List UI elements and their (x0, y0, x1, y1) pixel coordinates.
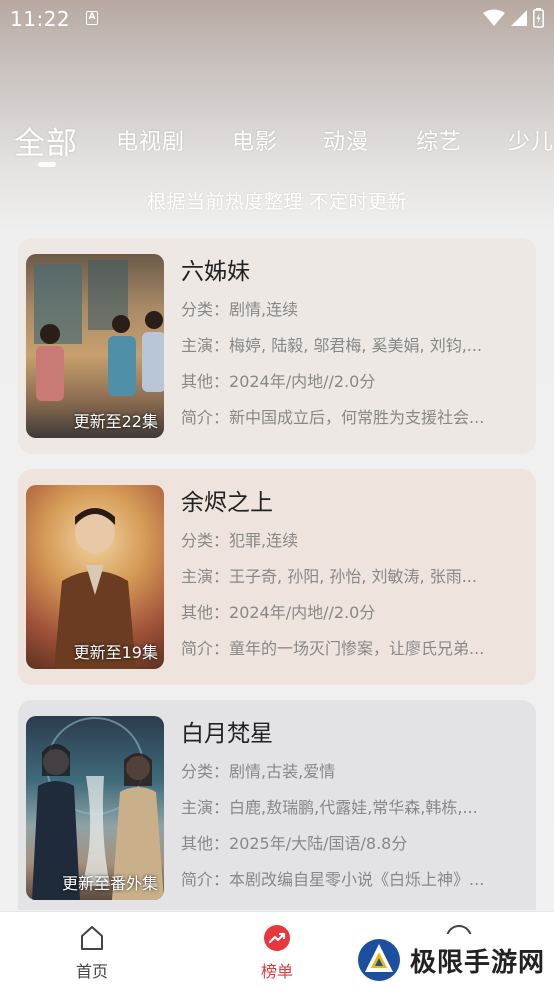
row-value: 剧情,古装,爱情 (229, 762, 336, 781)
row-value: 剧情,连续 (229, 300, 299, 319)
episode-badge: 更新至番外集 (61, 874, 158, 893)
tab-variety[interactable]: 综艺 (416, 124, 462, 156)
watermark-logo-icon (358, 939, 400, 981)
row-value: 梅婷, 陆毅, 邬君梅, 奚美娟, 刘钧,... (229, 336, 483, 355)
poster-image[interactable]: 更新至19集 (26, 485, 164, 669)
row-value: 白鹿,敖瑞鹏,代露娃,常华森,韩栋,... (229, 798, 478, 817)
item-cast-row: 主演：梅婷, 陆毅, 邬君梅, 奚美娟, 刘钧,... (181, 328, 529, 364)
nav-home-label: 首页 (75, 962, 108, 981)
poster-image[interactable]: 更新至番外集 (26, 716, 164, 900)
active-tab-indicator (38, 162, 56, 167)
battery-icon (533, 8, 544, 28)
item-category-row: 分类：剧情,古装,爱情 (181, 754, 529, 790)
item-category-row: 分类：剧情,连续 (181, 292, 529, 328)
row-label: 主演： (181, 567, 230, 586)
item-synopsis-row: 简介：本剧改编自星零小说《白烁上神》... (181, 862, 529, 898)
row-value: 王子奇, 孙阳, 孙怡, 刘敏涛, 张雨... (229, 567, 477, 586)
row-value: 2025年/大陆/国语/8.8分 (229, 834, 408, 853)
row-value: 童年的一场灭门惨案，让廖氏兄弟... (229, 639, 485, 658)
poster-image[interactable]: 更新至22集 (26, 254, 164, 438)
item-title: 白月梵星 (181, 721, 273, 747)
row-value: 犯罪,连续 (229, 531, 299, 550)
tab-movies[interactable]: 电影 (232, 124, 278, 156)
row-label: 简介： (181, 639, 230, 658)
item-category-row: 分类：犯罪,连续 (181, 523, 529, 559)
signal-icon (511, 10, 527, 26)
row-label: 主演： (181, 336, 230, 355)
ranking-subtitle: 根据当前热度整理 不定时更新 (146, 191, 408, 213)
row-value: 新中国成立后，何常胜为支援社会... (229, 408, 485, 427)
tab-kids[interactable]: 少儿 (508, 124, 554, 156)
row-value: 2024年/内地//2.0分 (229, 372, 376, 391)
wifi-icon (483, 9, 505, 26)
ranking-icon (264, 925, 290, 951)
item-info: 白月梵星 分类：剧情,古装,爱情 主演：白鹿,敖瑞鹏,代露娃,常华森,韩栋,..… (181, 718, 529, 898)
list-item[interactable]: 更新至番外集 白月梵星 分类：剧情,古装,爱情 主演：白鹿,敖瑞鹏,代露娃,常华… (18, 700, 536, 910)
item-other-row: 其他：2025年/大陆/国语/8.8分 (181, 826, 529, 862)
nav-home[interactable]: 首页 (57, 924, 127, 982)
row-label: 简介： (181, 870, 230, 889)
item-info: 余烬之上 分类：犯罪,连续 主演：王子奇, 孙阳, 孙怡, 刘敏涛, 张雨...… (181, 487, 529, 667)
row-label: 其他： (181, 834, 230, 853)
status-icons (483, 8, 544, 28)
row-value: 2024年/内地//2.0分 (229, 603, 376, 622)
home-icon (81, 926, 103, 950)
row-value: 本剧改编自星零小说《白烁上神》... (229, 870, 485, 889)
item-other-row: 其他：2024年/内地//2.0分 (181, 595, 529, 631)
episode-badge: 更新至22集 (73, 412, 158, 431)
episode-badge: 更新至19集 (73, 643, 158, 662)
item-title: 余烬之上 (181, 490, 273, 516)
item-info: 六姊妹 分类：剧情,连续 主演：梅婷, 陆毅, 邬君梅, 奚美娟, 刘钧,...… (181, 256, 529, 436)
tab-anime[interactable]: 动漫 (323, 124, 369, 156)
item-other-row: 其他：2024年/内地//2.0分 (181, 364, 529, 400)
item-synopsis-row: 简介：童年的一场灭门惨案，让廖氏兄弟... (181, 631, 529, 667)
nav-ranking-label: 榜单 (260, 962, 293, 981)
item-cast-row: 主演：王子奇, 孙阳, 孙怡, 刘敏涛, 张雨... (181, 559, 529, 595)
category-tabs: 全部 电视剧 电影 动漫 综艺 少儿 (0, 110, 554, 170)
row-label: 其他： (181, 603, 230, 622)
status-time: 11:22 (10, 7, 71, 31)
tab-tv-series[interactable]: 电视剧 (116, 124, 185, 156)
notification-icon: A (86, 11, 98, 25)
row-label: 简介： (181, 408, 230, 427)
row-label: 分类： (181, 300, 230, 319)
row-label: 主演： (181, 798, 230, 817)
item-cast-row: 主演：白鹿,敖瑞鹏,代露娃,常华森,韩栋,... (181, 790, 529, 826)
row-label: 其他： (181, 372, 230, 391)
item-title: 六姊妹 (181, 259, 250, 285)
list-item[interactable]: 更新至22集 六姊妹 分类：剧情,连续 主演：梅婷, 陆毅, 邬君梅, 奚美娟,… (18, 238, 536, 454)
nav-ranking[interactable]: 榜单 (242, 924, 312, 982)
row-label: 分类： (181, 762, 230, 781)
item-synopsis-row: 简介：新中国成立后，何常胜为支援社会... (181, 400, 529, 436)
tab-all[interactable]: 全部 (14, 118, 78, 163)
row-label: 分类： (181, 531, 230, 550)
watermark-text: 极限手游网 (410, 947, 546, 978)
list-item[interactable]: 更新至19集 余烬之上 分类：犯罪,连续 主演：王子奇, 孙阳, 孙怡, 刘敏涛… (18, 469, 536, 685)
status-bar: 11:22 A (0, 0, 554, 36)
watermark: 极限手游网 (356, 934, 554, 986)
